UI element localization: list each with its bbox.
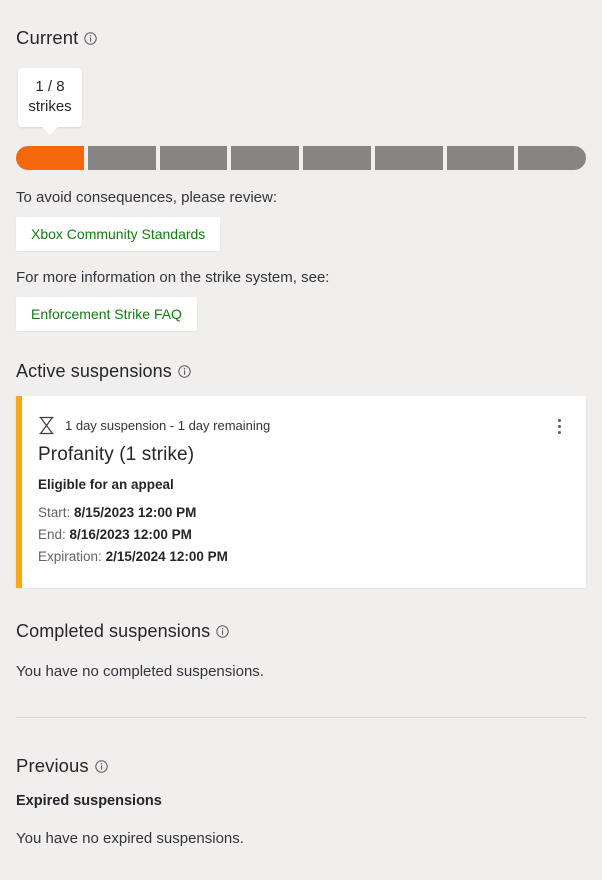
kebab-dot — [557, 418, 561, 422]
section-divider — [16, 717, 586, 718]
strike-segment-8 — [518, 146, 586, 170]
end-label: End: — [38, 526, 66, 542]
completed-suspensions-label: Completed suspensions — [16, 621, 211, 641]
info-circle-icon[interactable] — [84, 31, 98, 45]
hourglass-icon — [38, 416, 55, 435]
xbox-community-standards-button[interactable]: Xbox Community Standards — [16, 217, 221, 251]
info-circle-icon[interactable] — [178, 365, 191, 378]
strikes-page: Current 1 / 8 strikes To avoid consequen… — [0, 0, 602, 880]
strike-segment-2 — [87, 146, 156, 170]
start-label: Start: — [38, 505, 71, 520]
current-section-heading: Current — [16, 27, 98, 49]
strike-segment-6 — [374, 146, 443, 170]
strike-segment-7 — [446, 146, 515, 170]
strike-segment-3 — [159, 146, 228, 170]
expired-suspensions-subheading: Expired suspensions — [16, 793, 162, 809]
kebab-dot — [557, 430, 561, 434]
strike-segment-5 — [303, 146, 371, 170]
suspension-expiration-row: Expiration: 2/15/2024 12:00 PM — [38, 546, 586, 568]
strike-count-label: strikes — [28, 97, 72, 115]
suspension-card-content: 1 day suspension - 1 day remaining Profa… — [22, 396, 586, 588]
suspension-end-row: End: 8/16/2023 12:00 PM — [38, 524, 586, 546]
suspension-duration-text: 1 day suspension - 1 day remaining — [65, 418, 271, 433]
suspension-dates: Start: 8/15/2023 12:00 PM End: 8/16/2023… — [38, 502, 586, 568]
strike-segment-1 — [16, 146, 84, 170]
review-prompt-text: To avoid consequences, please review: — [16, 189, 277, 206]
end-value: 8/16/2023 12:00 PM — [69, 526, 192, 542]
active-suspensions-label: Active suspensions — [16, 361, 172, 381]
enforcement-strike-faq-button[interactable]: Enforcement Strike FAQ — [16, 297, 197, 331]
suspension-title: Profanity (1 strike) — [38, 444, 195, 465]
previous-heading-label: Previous — [16, 755, 89, 776]
active-suspension-card[interactable]: 1 day suspension - 1 day remaining Profa… — [16, 396, 586, 588]
info-circle-icon[interactable] — [95, 759, 108, 773]
expired-suspensions-empty-text: You have no expired suspensions. — [16, 830, 244, 847]
completed-suspensions-empty-text: You have no completed suspensions. — [16, 663, 264, 680]
strike-count-tooltip: 1 / 8 strikes — [18, 68, 82, 135]
info-circle-icon[interactable] — [216, 625, 229, 638]
expiration-label: Expiration: — [38, 548, 102, 564]
faq-prompt-text: For more information on the strike syste… — [16, 269, 330, 286]
suspension-start-row: Start: 8/15/2023 12:00 PM — [38, 502, 586, 524]
kebab-dot — [557, 424, 561, 428]
previous-section-heading: Previous — [16, 755, 108, 777]
strike-count-value: 1 / 8 — [35, 78, 65, 95]
strike-segment-4 — [231, 146, 299, 170]
expiration-value: 2/15/2024 12:00 PM — [105, 548, 228, 564]
suspension-meta-row: 1 day suspension - 1 day remaining — [38, 396, 586, 435]
kebab-menu-icon[interactable] — [546, 413, 572, 439]
start-value: 8/15/2023 12:00 PM — [74, 505, 197, 520]
completed-suspensions-heading: Completed suspensions — [16, 621, 229, 642]
active-suspensions-heading: Active suspensions — [16, 361, 191, 382]
current-heading-label: Current — [16, 27, 79, 48]
appeal-status-text: Eligible for an appeal — [38, 477, 174, 492]
strike-progress-bar — [16, 146, 586, 170]
